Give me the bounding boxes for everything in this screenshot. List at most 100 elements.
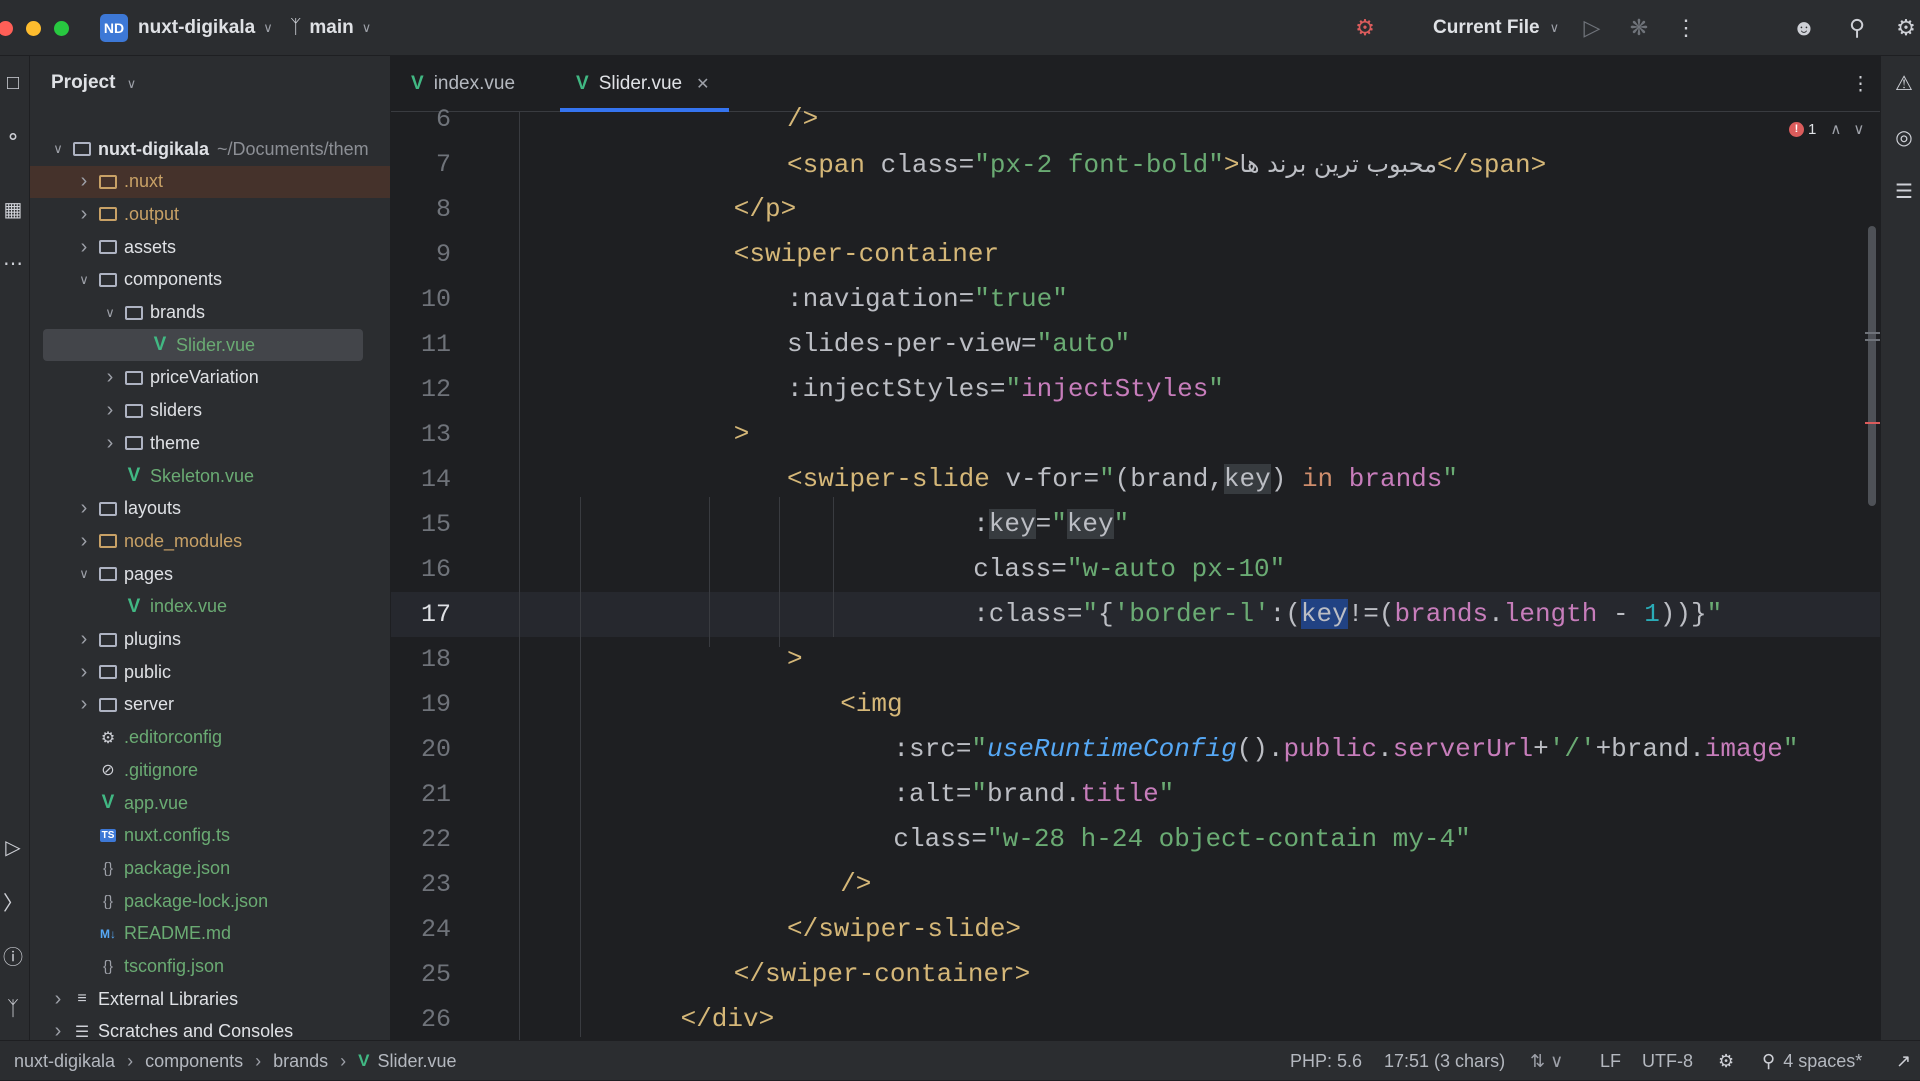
inspection-icon[interactable]: ⚙ — [1718, 1041, 1734, 1081]
code-line[interactable]: slides-per-view="auto" — [787, 322, 1130, 367]
debug-icon[interactable]: ❋ — [1625, 14, 1653, 42]
git-icon[interactable]: ᛉ — [0, 996, 26, 1022]
code-line[interactable]: class="w-auto px-10" — [973, 547, 1285, 592]
tree-item[interactable]: M↓ README.md — [30, 918, 390, 950]
tree-item[interactable]: ⚙ .editorconfig — [30, 722, 390, 754]
user-icon[interactable]: ☻ — [1790, 14, 1818, 42]
line-number[interactable]: 19 — [391, 682, 451, 727]
run-config-selector[interactable]: Current File ∨ — [1433, 0, 1559, 56]
code-line[interactable]: class="w-28 h-24 object-contain my-4" — [893, 817, 1470, 862]
chevron-right-icon[interactable]: › — [76, 530, 92, 553]
tree-item[interactable]: › priceVariation — [30, 362, 390, 394]
chevron-right-icon[interactable]: › — [102, 366, 118, 389]
run-tool-icon[interactable]: ▷ — [0, 834, 26, 860]
code-line[interactable]: </p> — [734, 187, 796, 232]
line-number[interactable]: 17 — [391, 592, 451, 637]
tree-item[interactable]: › .nuxt — [30, 165, 390, 198]
structure-icon[interactable]: ▦ — [0, 196, 26, 222]
notifications-icon[interactable]: ⚠ — [1891, 70, 1917, 96]
search-icon[interactable]: ⚲ — [1843, 14, 1871, 42]
code-line[interactable]: :alt="brand.title" — [893, 772, 1174, 817]
code-line[interactable]: :injectStyles="injectStyles" — [787, 367, 1224, 412]
share-icon[interactable]: ↗ — [1896, 1041, 1911, 1081]
more-vertical-icon[interactable]: ⋮ — [1672, 14, 1700, 42]
code-line[interactable]: /> — [840, 862, 871, 907]
tree-item[interactable]: › ☰ Scratches and Consoles — [30, 1016, 390, 1040]
code-line[interactable]: :navigation="true" — [787, 277, 1068, 322]
line-number[interactable]: 26 — [391, 997, 451, 1040]
terminal-icon[interactable]: 〉 — [0, 888, 26, 915]
line-number[interactable]: 15 — [391, 502, 451, 547]
tree-item[interactable]: › ≡ External Libraries — [30, 983, 390, 1015]
line-number[interactable]: 14 — [391, 457, 451, 502]
project-switcher[interactable]: ND nuxt-digikala ∨ — [100, 0, 273, 56]
chevron-right-icon[interactable]: › — [50, 988, 66, 1011]
line-number[interactable]: 24 — [391, 907, 451, 952]
code-line[interactable]: > — [734, 412, 750, 457]
code-line[interactable]: <span class="px-2 font-bold">محبوب ترین … — [787, 142, 1546, 187]
vcs-icon[interactable]: ⇅ ∨ — [1530, 1041, 1563, 1081]
caret-position[interactable]: 17:51 (3 chars) — [1384, 1041, 1505, 1081]
line-number[interactable]: 10 — [391, 277, 451, 322]
file-encoding[interactable]: UTF-8 — [1642, 1041, 1693, 1081]
tree-item[interactable]: TS nuxt.config.ts — [30, 820, 390, 852]
chevron-right-icon[interactable]: › — [76, 170, 92, 193]
ai-assistant-icon[interactable]: ◎ — [1891, 124, 1917, 150]
code-line[interactable]: <img — [840, 682, 902, 727]
branch-switcher[interactable]: ᛉ main ∨ — [290, 0, 371, 56]
tree-item[interactable]: Vindex.vue — [30, 591, 390, 623]
chevron-right-icon[interactable]: › — [76, 236, 92, 259]
chevron-right-icon[interactable]: › — [76, 628, 92, 651]
tree-item[interactable]: › server — [30, 689, 390, 721]
chevron-right-icon[interactable]: › — [50, 1020, 66, 1040]
code-line[interactable]: <swiper-slide v-for="(brand,key) in bran… — [787, 457, 1458, 502]
line-number[interactable]: 12 — [391, 367, 451, 412]
code-line[interactable]: </swiper-slide> — [787, 907, 1021, 952]
database-icon[interactable]: ☰ — [1891, 178, 1917, 204]
line-number[interactable]: 7 — [391, 142, 451, 187]
code-line[interactable]: </swiper-container> — [734, 952, 1030, 997]
chevron-down-icon[interactable]: ∨ — [76, 272, 92, 288]
tab-slider-vue[interactable]: V Slider.vue ✕ — [576, 56, 710, 112]
line-number[interactable]: 11 — [391, 322, 451, 367]
chevron-right-icon[interactable]: › — [76, 497, 92, 520]
code-line[interactable]: :key="key" — [973, 502, 1129, 547]
tree-item[interactable]: Vapp.vue — [30, 787, 390, 819]
line-number[interactable]: 6 — [391, 97, 451, 142]
breadcrumb-item[interactable]: Slider.vue — [378, 1051, 457, 1072]
tree-item[interactable]: › .output — [30, 198, 390, 230]
code-line[interactable]: /> — [787, 97, 818, 142]
code-view[interactable]: 6/> 7 <span class="px-2 font-bold">محبوب ت… — [391, 104, 1880, 1040]
tree-item[interactable]: ∨ brands — [30, 297, 390, 329]
chevron-right-icon[interactable]: › — [102, 432, 118, 455]
tree-item[interactable]: ∨ nuxt-digikala ~/Documents/them — [30, 133, 390, 165]
breadcrumb-item[interactable]: components — [145, 1051, 243, 1072]
chevron-down-icon[interactable]: ∨ — [102, 305, 118, 321]
chevron-down-icon[interactable]: ∨ — [50, 141, 66, 157]
tree-item[interactable]: {} package.json — [30, 852, 390, 884]
run-icon[interactable]: ▷ — [1578, 14, 1606, 42]
line-number[interactable]: 25 — [391, 952, 451, 997]
tree-item[interactable]: › node_modules — [30, 525, 390, 557]
tree-item[interactable]: ⊘ .gitignore — [30, 754, 390, 786]
line-number[interactable]: 22 — [391, 817, 451, 862]
commit-icon[interactable]: ⚬ — [0, 124, 26, 150]
tree-item[interactable]: › theme — [30, 427, 390, 459]
line-number[interactable]: 18 — [391, 637, 451, 682]
code-line[interactable]: </div> — [681, 997, 775, 1040]
chevron-right-icon[interactable]: › — [102, 399, 118, 422]
tree-item[interactable]: V Slider.vue — [43, 329, 363, 362]
code-line[interactable]: :class="{'border-l':(key!=(brands.length… — [973, 592, 1722, 637]
error-stripe-marker[interactable] — [1865, 422, 1880, 424]
line-separator[interactable]: LF — [1600, 1041, 1621, 1081]
code-line[interactable]: :src="useRuntimeConfig().public.serverUr… — [893, 727, 1798, 772]
indent-setting[interactable]: ⚲ 4 spaces* — [1762, 1041, 1862, 1081]
line-number[interactable]: 20 — [391, 727, 451, 772]
tree-item[interactable]: › public — [30, 656, 390, 688]
chevron-right-icon[interactable]: › — [76, 693, 92, 716]
editor-scrollbar[interactable] — [1868, 226, 1876, 506]
more-horizontal-icon[interactable]: ⋯ — [0, 250, 26, 276]
tree-item[interactable]: › plugins — [30, 624, 390, 656]
bug-icon[interactable]: ⚙ — [1351, 14, 1379, 42]
code-line[interactable]: <swiper-container — [734, 232, 999, 277]
